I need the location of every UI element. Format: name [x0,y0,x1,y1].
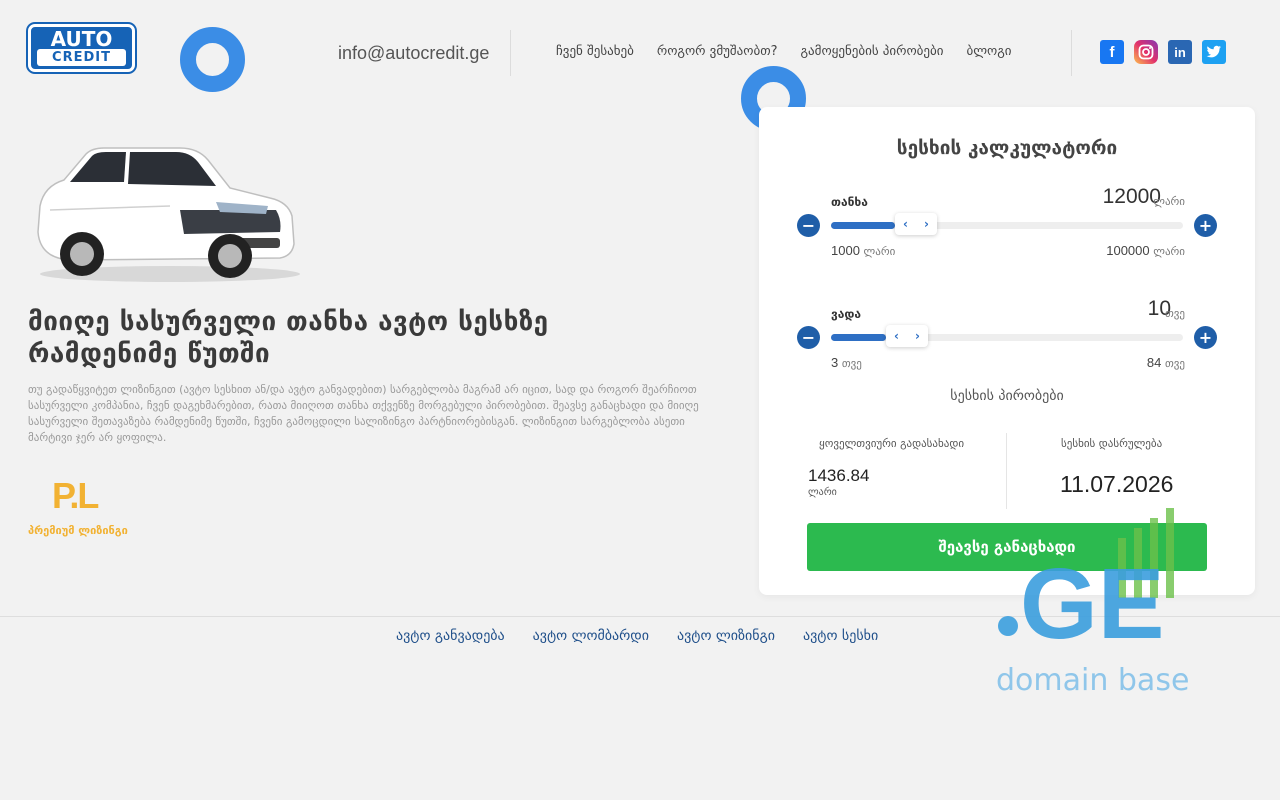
hero-description: თუ გადაწყვიტეთ ლიზინგით (ავტო სესხით ან/… [28,383,699,444]
nav-blog[interactable]: ბლოგი [966,44,1011,59]
facebook-icon[interactable]: f [1100,40,1124,64]
term-increase-button[interactable]: + [1194,326,1217,349]
watermark-ge-text: GE [1020,548,1164,660]
amount-slider[interactable]: ‹ › [831,213,1183,235]
term-slider-fill [831,334,886,341]
loan-end-date: 11.07.2026 [1060,471,1174,497]
term-label: ვადა [831,307,862,321]
domain-base-watermark: GE domain base [994,508,1204,708]
email-link[interactable]: info@autocredit.ge [338,43,489,64]
social-links: f in [1100,40,1226,64]
term-decrease-button[interactable]: − [797,326,820,349]
car-image [30,140,302,285]
instagram-icon[interactable] [1134,40,1158,64]
term-min-value: 3 [831,355,839,370]
term-min: 3 თვე [831,355,862,370]
amount-max: 100000 ლარი [1106,243,1185,258]
header-divider [510,30,511,76]
footer-link-leasing[interactable]: ავტო ლიზინგი [677,628,775,644]
amount-min: 1000 ლარი [831,243,895,258]
footer-link-installment[interactable]: ავტო განვადება [396,628,505,644]
term-max-value: 84 [1146,355,1162,370]
term-max: 84 თვე [1147,355,1185,370]
calculator-title: სესხის კალკულატორი [896,137,1118,159]
linkedin-icon[interactable]: in [1168,40,1192,64]
amount-min-unit: ლარი [863,246,896,258]
amount-unit: ლარი [1153,195,1185,208]
footer-link-loan[interactable]: ავტო სესხი [803,628,878,644]
amount-increase-button[interactable]: + [1194,214,1217,237]
nav-how-it-works[interactable]: როგორ ვმუშაობთ? [657,44,778,59]
amount-slider-handle[interactable]: ‹ › [895,213,937,235]
term-unit: თვე [1164,307,1185,320]
amount-decrease-button[interactable]: − [797,214,820,237]
partner-logo[interactable]: P.L პრემიუმ ლიზინგი [28,478,143,540]
decorative-ring [180,27,245,92]
loan-end-label: სესხის დასრულება [1061,437,1163,450]
nav-about[interactable]: ჩვენ შესახებ [556,44,634,59]
term-max-unit: თვე [1164,358,1185,370]
amount-value: 12000 [1102,185,1161,208]
loan-terms-link[interactable]: სესხის პირობები [759,388,1255,404]
twitter-icon[interactable] [1202,40,1226,64]
monthly-payment-label: ყოველთვიური გადასახადი [819,437,965,450]
monthly-payment-unit: ლარი [808,487,837,498]
watermark-domain-base-text: domain base [996,663,1189,698]
result-divider [1006,433,1007,509]
autocredit-logo[interactable]: AUTO CREDIT [28,24,135,72]
header-divider [1071,30,1072,76]
amount-min-value: 1000 [831,243,860,258]
nav-terms[interactable]: გამოყენების პირობები [801,44,944,59]
amount-label: თანხა [831,195,868,209]
partner-logo-mark: P.L [52,475,99,516]
monthly-payment-value: 1436.84 [808,466,870,485]
logo-text-credit: CREDIT [37,49,126,66]
amount-slider-fill [831,222,895,229]
main-nav: ჩვენ შესახებ როგორ ვმუშაობთ? გამოყენების… [556,44,1012,59]
term-min-unit: თვე [841,358,862,370]
amount-max-unit: ლარი [1153,246,1185,258]
footer-links: ავტო განვადება ავტო ლომბარდი ავტო ლიზინგ… [396,628,878,644]
term-slider-handle[interactable]: ‹ › [886,325,928,347]
amount-max-value: 100000 [1106,243,1150,258]
partner-logo-text: პრემიუმ ლიზინგი [28,524,128,537]
footer-link-pawnshop[interactable]: ავტო ლომბარდი [533,628,649,644]
hero-headline: მიიღე სასურველი თანხა ავტო სესხზე რამდენ… [28,307,549,369]
logo-text-auto: AUTO [50,27,113,51]
term-slider[interactable]: ‹ › [831,325,1183,347]
